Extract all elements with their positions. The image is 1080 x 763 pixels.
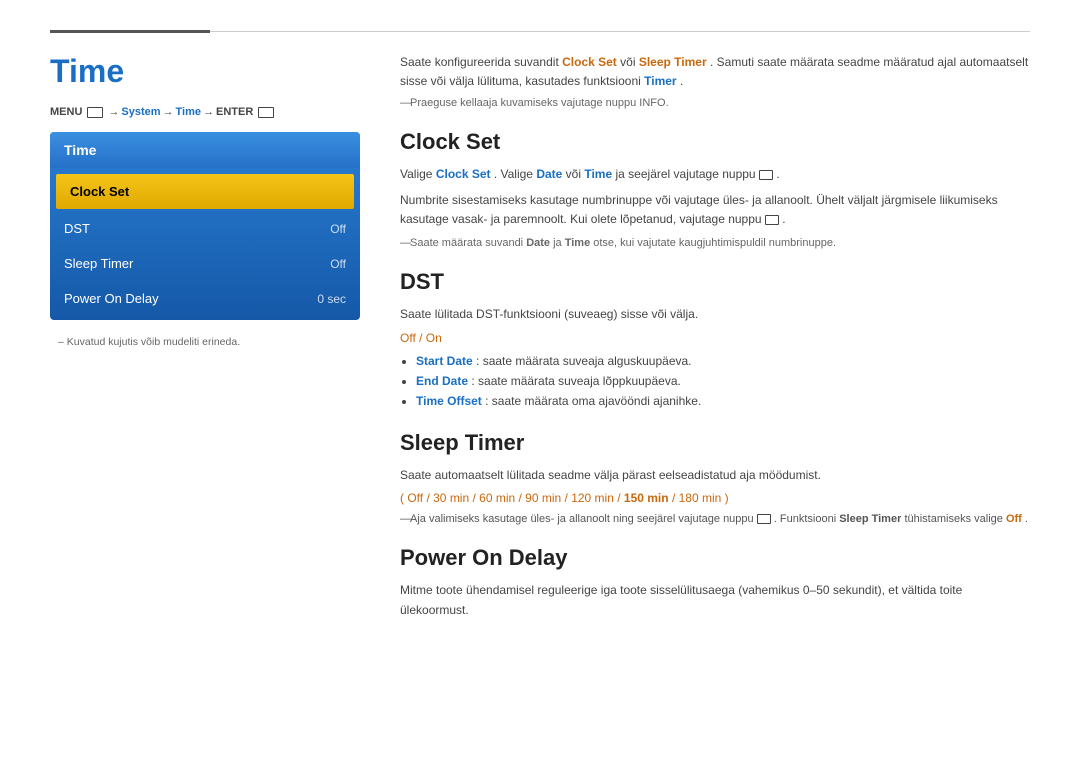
left-note: – Kuvatud kujutis võib mudeliti erineda. xyxy=(50,336,360,348)
cs-t7: . xyxy=(782,212,785,226)
power-on-delay-text1: Mitme toote ühendamisel reguleerige iga … xyxy=(400,581,1030,619)
sleep-note-bold: Sleep Timer xyxy=(839,513,901,525)
sleep-options-text: Off / 30 min / 60 min / 90 min / 120 min… xyxy=(407,491,624,505)
clock-set-label: Clock Set xyxy=(70,184,129,199)
intro-text2: või xyxy=(620,55,639,69)
dst-text1: Saate lülitada DST-funktsiooni (suveaeg)… xyxy=(400,305,1030,324)
intro-text: Saate konfigureerida suvandit Clock Set … xyxy=(400,53,1030,91)
system-label: System xyxy=(121,106,160,118)
dst-start-date: Start Date xyxy=(416,354,473,368)
time-label: Time xyxy=(176,106,201,118)
info-note-text: Praeguse kellaaja kuvamiseks vajutage nu… xyxy=(410,97,669,109)
power-on-delay-value: 0 sec xyxy=(317,292,346,306)
page-title: Time xyxy=(50,53,360,90)
clock-set-text1: Valige Clock Set . Valige Date või Time … xyxy=(400,165,1030,184)
sleep-options-slash: / 180 min xyxy=(672,491,721,505)
cs-time: Time xyxy=(584,167,612,181)
dst-time-offset: Time Offset xyxy=(416,394,482,408)
cs-t2: . Valige xyxy=(494,167,536,181)
clock-set-note: Saate määrata suvandi Date ja Time otse,… xyxy=(400,235,1030,252)
cs-date: Date xyxy=(536,167,562,181)
sleep-note-t1: Aja valimiseks kasutage üles- ja allanoo… xyxy=(410,513,757,525)
menu-label: MENU xyxy=(50,106,82,118)
arrow2: → xyxy=(163,106,174,118)
menu-box-header: Time xyxy=(50,132,360,168)
sleep-note-t2: . Funktsiooni xyxy=(774,513,839,525)
menu-icon-box xyxy=(87,107,103,118)
power-on-delay-label: Power On Delay xyxy=(64,291,159,306)
intro-sleep-timer: Sleep Timer xyxy=(639,55,707,69)
cs-enter-icon2 xyxy=(765,215,779,225)
sleep-enter-icon xyxy=(757,514,771,524)
dst-bullet-3: Time Offset : saate määrata oma ajavöönd… xyxy=(416,391,1030,411)
clock-set-text2: Numbrite sisestamiseks kasutage numbrinu… xyxy=(400,191,1030,229)
power-on-delay-section-title: Power On Delay xyxy=(400,545,1030,571)
sleep-timer-note: Aja valimiseks kasutage üles- ja allanoo… xyxy=(400,511,1030,528)
intro-text4: . xyxy=(680,74,683,88)
sleep-timer-text1: Saate automaatselt lülitada seadme välja… xyxy=(400,466,1030,485)
cs-enter-icon xyxy=(759,170,773,180)
cs-t3: või xyxy=(566,167,585,181)
cs-t5: . xyxy=(776,167,779,181)
sleep-timer-label: Sleep Timer xyxy=(64,256,133,271)
enter-icon-box xyxy=(258,107,274,118)
sleep-note-t4: . xyxy=(1025,513,1028,525)
intro-clock-set: Clock Set xyxy=(562,55,617,69)
sleep-timer-section-title: Sleep Timer xyxy=(400,430,1030,456)
divider-light xyxy=(210,31,1030,32)
main-layout: Time MENU → System → Time → ENTER Time C… xyxy=(0,33,1080,646)
clock-set-section-title: Clock Set xyxy=(400,129,1030,155)
menu-path: MENU → System → Time → ENTER xyxy=(50,106,360,118)
cs-t4: ja seejärel vajutage nuppu xyxy=(616,167,759,181)
sleep-note-t3: tühistamiseks valige xyxy=(904,513,1006,525)
left-note-text: Kuvatud kujutis võib mudeliti erineda. xyxy=(67,336,240,348)
intro-text1: Saate konfigureerida suvandit xyxy=(400,55,562,69)
dst-options-text: Off / On xyxy=(400,331,442,345)
page-container: Time MENU → System → Time → ENTER Time C… xyxy=(0,0,1080,646)
cs-note-text: Saate määrata suvandi Date ja Time otse,… xyxy=(410,237,836,249)
dst-options: Off / On xyxy=(400,331,1030,345)
menu-item-clock-set[interactable]: Clock Set xyxy=(56,174,354,209)
dst-time-offset-text: : saate määrata oma ajavööndi ajanihke. xyxy=(485,394,701,408)
sleep-timer-value: Off xyxy=(330,257,346,271)
dst-end-date: End Date xyxy=(416,374,468,388)
dst-section-title: DST xyxy=(400,269,1030,295)
menu-items: Clock Set DST Off Sleep Timer Off Power … xyxy=(50,168,360,320)
sleep-options-open: ( xyxy=(400,491,404,505)
enter-label: ENTER xyxy=(216,106,253,118)
dst-bullet-list: Start Date : saate määrata suveaja algus… xyxy=(416,351,1030,412)
arrow1: → xyxy=(108,106,119,118)
left-note-dash: – xyxy=(58,336,67,348)
left-panel: Time MENU → System → Time → ENTER Time C… xyxy=(50,53,360,626)
menu-item-sleep-timer[interactable]: Sleep Timer Off xyxy=(50,246,360,281)
sleep-note-off: Off xyxy=(1006,513,1022,525)
arrow3: → xyxy=(203,106,214,118)
dst-label: DST xyxy=(64,221,90,236)
dst-bullet-1: Start Date : saate määrata suveaja algus… xyxy=(416,351,1030,371)
dst-start-date-text: : saate määrata suveaja alguskuupäeva. xyxy=(476,354,691,368)
dst-end-date-text: : saate määrata suveaja lõppkuupäeva. xyxy=(471,374,680,388)
menu-item-power-on-delay[interactable]: Power On Delay 0 sec xyxy=(50,281,360,316)
cs-t6: Numbrite sisestamiseks kasutage numbrinu… xyxy=(400,193,998,226)
sleep-options-close: ) xyxy=(725,491,729,505)
cs-t1: Valige xyxy=(400,167,436,181)
menu-item-dst[interactable]: DST Off xyxy=(50,211,360,246)
menu-box: Time Clock Set DST Off Sleep Timer Off P… xyxy=(50,132,360,320)
dst-value: Off xyxy=(330,222,346,236)
right-panel: Saate konfigureerida suvandit Clock Set … xyxy=(400,53,1030,626)
sleep-options-150: 150 min xyxy=(624,491,669,505)
sleep-timer-options: ( Off / 30 min / 60 min / 90 min / 120 m… xyxy=(400,491,1030,505)
intro-timer: Timer xyxy=(644,74,676,88)
info-note: Praeguse kellaaja kuvamiseks vajutage nu… xyxy=(400,97,1030,109)
cs-link: Clock Set xyxy=(436,167,491,181)
dst-bullet-2: End Date : saate määrata suveaja lõppkuu… xyxy=(416,371,1030,391)
